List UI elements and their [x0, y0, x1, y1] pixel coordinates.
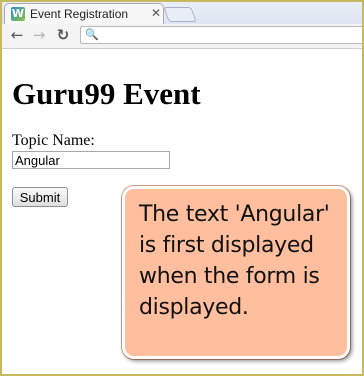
close-icon[interactable]: ✕ [151, 6, 161, 20]
annotation-callout: The text 'Angular' is first displayed wh… [122, 186, 350, 359]
annotation-text: The text 'Angular' is first displayed wh… [139, 202, 330, 320]
back-arrow-icon[interactable]: ← [8, 26, 26, 44]
topic-name-label: Topic Name: [12, 132, 95, 149]
search-icon: 🔍 [85, 28, 99, 41]
forward-arrow-icon[interactable]: → [30, 26, 48, 44]
topic-name-input[interactable] [12, 151, 170, 169]
tab-strip: W Event Registration ✕ [2, 2, 362, 24]
tab-title: Event Registration [30, 7, 129, 21]
tab-event-registration[interactable]: W Event Registration ✕ [4, 3, 164, 24]
favicon-icon: W [11, 7, 25, 21]
reload-icon[interactable]: ↻ [54, 26, 72, 44]
submit-button[interactable]: Submit [12, 187, 68, 207]
new-tab-button[interactable] [163, 7, 197, 22]
browser-toolbar: ← → ↻ 🔍 [2, 24, 362, 49]
page-title: Guru99 Event [12, 76, 201, 111]
address-input[interactable] [99, 27, 354, 43]
address-bar[interactable]: 🔍 [80, 26, 362, 44]
